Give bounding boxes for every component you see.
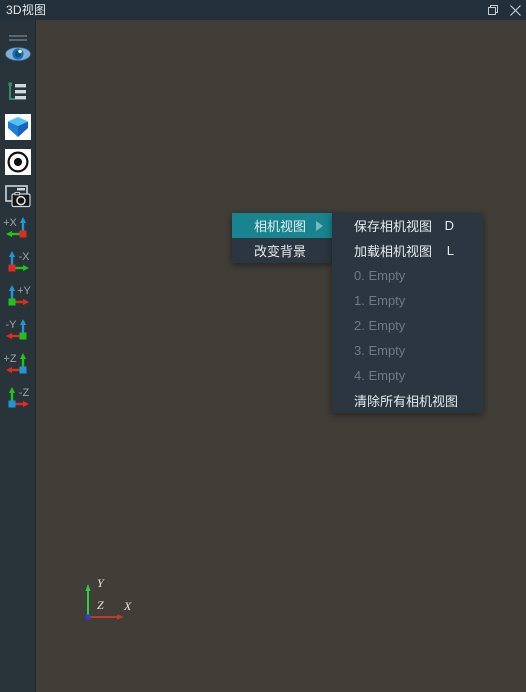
context-menu-item-change-background[interactable]: 改变背景 [232,238,332,263]
submenu-item-label: 清除所有相机视图 [354,394,459,409]
context-menu-item-label: 相机视图 [254,219,307,234]
blue-cube-icon [4,113,31,140]
sidebar-item-scene-tree[interactable] [0,74,35,109]
submenu-item-shortcut: D [444,218,454,233]
sidebar-item-pivot-target[interactable] [0,144,35,179]
submenu-item-clear-all-camera-views[interactable]: 清除所有相机视图 [332,388,483,413]
submenu-item-save-camera-view[interactable]: 保存相机视图 D [332,213,483,238]
restore-window-button[interactable] [482,0,504,20]
svg-text:Z: Z [97,598,104,612]
submenu-item-load-camera-view[interactable]: 加载相机视图 L [332,238,483,263]
submenu-item-label: 0. Empty [354,268,406,283]
3d-viewport[interactable]: Y X Z 相机视图 改变背景 保存相机视图 D 加载相机视图 L 0. Emp… [36,20,526,692]
svg-text:Y: Y [97,576,105,590]
sidebar-item-view-plus-x[interactable]: +X [0,212,35,246]
svg-text:X: X [123,599,132,613]
sidebar-item-view-minus-z[interactable]: -Z [0,382,35,416]
submenu-item-slot-4: 4. Empty [332,363,483,388]
submenu-item-label: 2. Empty [354,318,406,333]
axis-minus-x-icon: -X [0,246,35,280]
restore-icon [487,4,500,17]
submenu-item-label: 4. Empty [354,368,406,383]
target-circle-icon [4,148,31,175]
submenu-item-label: 3. Empty [354,343,406,358]
axis-orientation-gizmo: Y X Z [80,572,160,632]
chevron-right-icon [314,220,324,231]
svg-text:+Z: +Z [3,353,16,365]
sidebar-item-screenshot[interactable] [0,179,35,214]
submenu-item-label: 加载相机视图 [354,244,433,259]
context-menu-item-label: 改变背景 [254,244,307,259]
axis-plus-y-icon: +Y [0,280,35,314]
title-bar: 3D视图 [0,0,526,20]
sidebar-item-view-plus-z[interactable]: +Z [0,348,35,382]
submenu-item-label: 1. Empty [354,293,406,308]
sidebar-item-visibility[interactable] [0,36,35,71]
submenu-item-slot-2: 2. Empty [332,313,483,338]
context-menu: 相机视图 改变背景 [232,213,332,263]
close-window-button[interactable] [504,0,526,20]
sidebar-item-view-minus-y[interactable]: -Y [0,314,35,348]
app-window: 3D视图 +X -X +Y -Y +Z -Z Y X Z 相机视图 改变背景 保… [0,0,526,692]
tree-list-icon [6,81,30,103]
svg-text:+Y: +Y [17,285,31,297]
axis-minus-z-icon: -Z [0,382,35,416]
axis-plus-z-icon: +Z [0,348,35,382]
eye-icon [4,43,32,65]
camera-icon [4,184,31,209]
axis-plus-x-icon: +X [0,212,35,246]
svg-text:-Z: -Z [19,387,30,399]
submenu-item-slot-1: 1. Empty [332,288,483,313]
submenu-item-shortcut: L [446,243,454,258]
sidebar-item-model-view[interactable] [0,109,35,144]
tool-sidebar: +X -X +Y -Y +Z -Z [0,20,36,692]
submenu-item-label: 保存相机视图 [354,219,433,234]
close-icon [509,4,522,17]
submenu-item-slot-3: 3. Empty [332,338,483,363]
window-title: 3D视图 [6,3,47,17]
svg-text:+X: +X [3,217,17,229]
svg-text:-Y: -Y [6,319,18,331]
sidebar-item-view-minus-x[interactable]: -X [0,246,35,280]
svg-text:-X: -X [19,251,31,263]
axis-minus-y-icon: -Y [0,314,35,348]
submenu-item-slot-0: 0. Empty [332,263,483,288]
camera-view-submenu: 保存相机视图 D 加载相机视图 L 0. Empty 1. Empty 2. E… [332,213,483,413]
sidebar-item-view-plus-y[interactable]: +Y [0,280,35,314]
context-menu-item-camera-view[interactable]: 相机视图 [232,213,332,238]
